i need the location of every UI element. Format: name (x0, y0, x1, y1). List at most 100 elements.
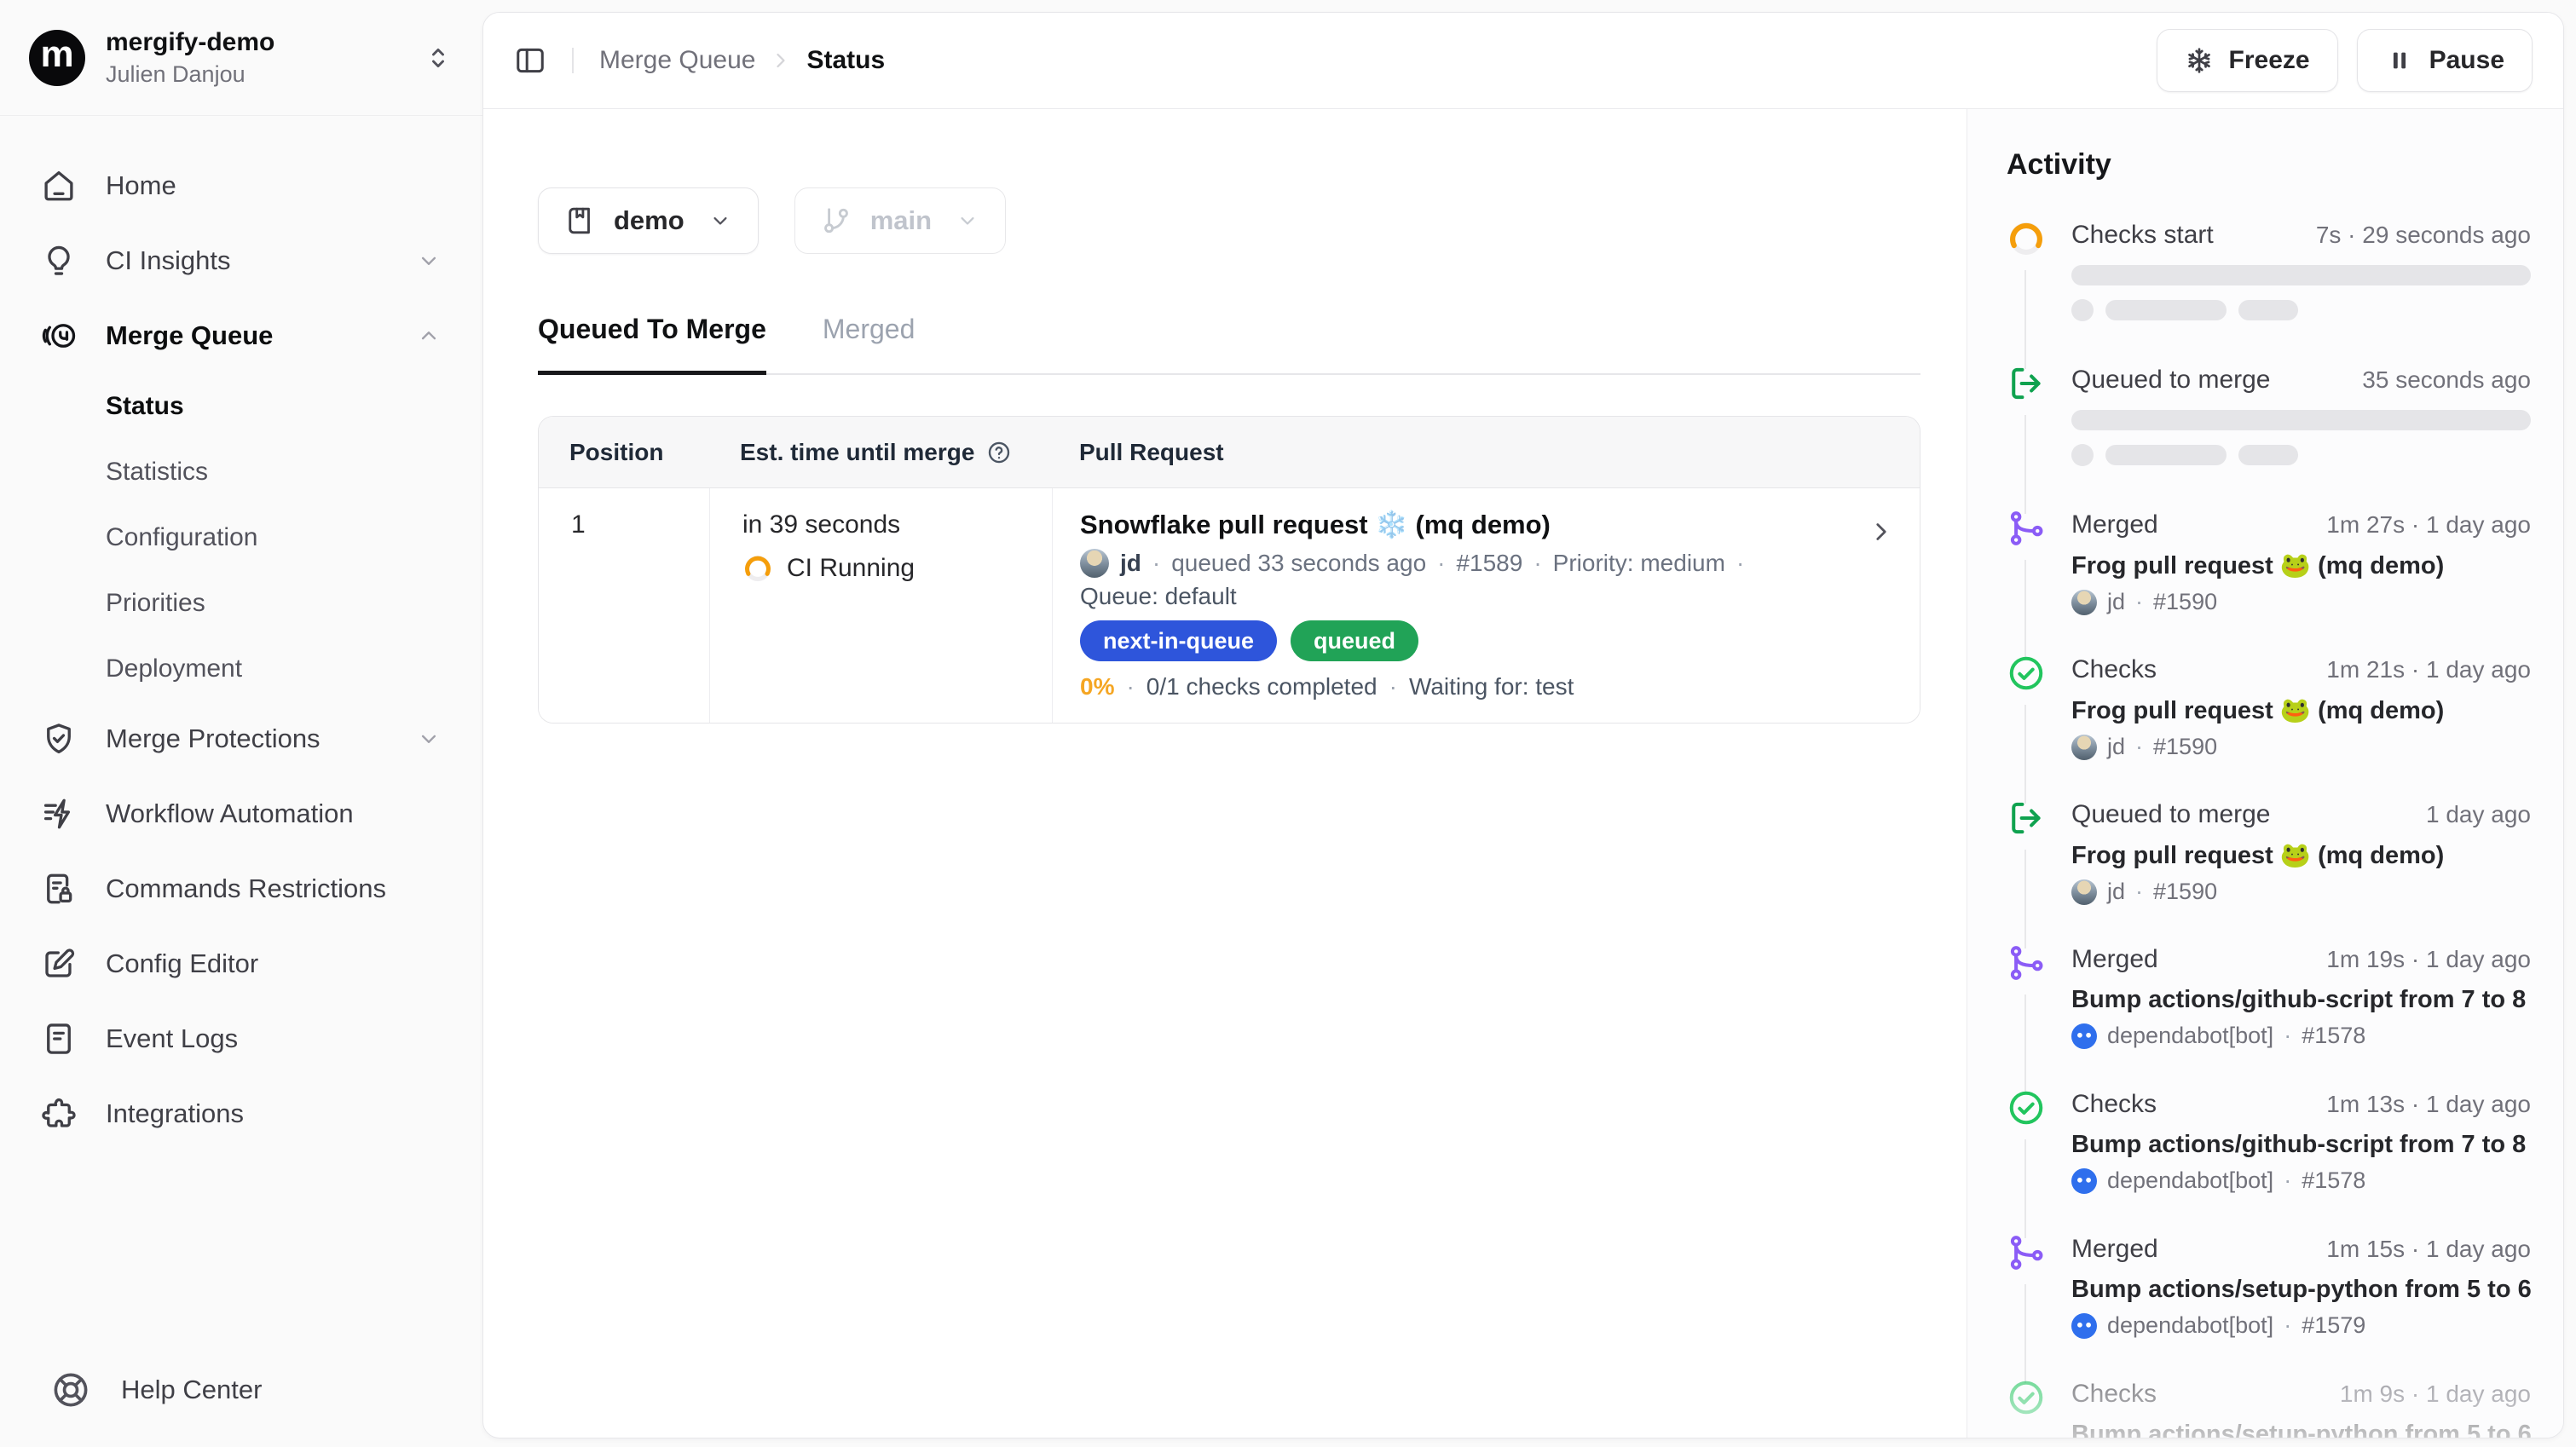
skeleton-bar (2071, 265, 2531, 285)
activity-pr-meta: dependabot[bot]·#1578 (2071, 1023, 2531, 1049)
header-actions: Freeze Pause (2157, 29, 2533, 92)
skeleton-bar (2238, 300, 2298, 320)
pr-meta: jd · queued 33 seconds ago · #1589 · Pri… (1080, 549, 1838, 578)
avatar (2071, 879, 2097, 905)
activity-pr-author: dependabot[bot] (2107, 1312, 2273, 1339)
activity-pr-author: dependabot[bot] (2107, 1167, 2273, 1194)
skeleton-circle (2071, 444, 2094, 466)
chevron-down-icon (416, 248, 442, 274)
activity-pr-title[interactable]: Frog pull request 🐸 (mq demo) (2071, 841, 2531, 870)
snowflake-icon (2185, 46, 2214, 75)
edit-icon (41, 946, 77, 982)
sidebar-item-label: Commands Restrictions (106, 873, 386, 904)
activity-pr-title[interactable]: Frog pull request 🐸 (mq demo) (2071, 696, 2531, 725)
avatar (2071, 1168, 2097, 1194)
queue-row[interactable]: 1 in 39 seconds CI Running Snowflake pul… (539, 488, 1920, 723)
separator-dot: · (2284, 1023, 2291, 1049)
separator-dot: · (1437, 550, 1445, 577)
sidebar-item-home[interactable]: Home (22, 148, 460, 223)
activity-pr-title[interactable]: Bump actions/setup-python from 5 to 6 (2071, 1276, 2531, 1304)
label-queued: queued (1291, 620, 1418, 661)
activity-pr-number: #1590 (2153, 589, 2217, 615)
pause-button[interactable]: Pause (2357, 29, 2533, 92)
merge-queue-status-section: demo main Queued To Merge M (483, 109, 1967, 1438)
avatar (2071, 590, 2097, 615)
chevron-up-icon (416, 323, 442, 349)
home-icon (41, 168, 77, 204)
activity-event-time: 1m 9s · 1 day ago (2340, 1381, 2531, 1408)
sidebar-item-config-editor[interactable]: Config Editor (22, 926, 460, 1001)
sidebar-item-integrations[interactable]: Integrations (22, 1076, 460, 1151)
sidebar-item-event-logs[interactable]: Event Logs (22, 1001, 460, 1076)
chevron-down-icon (416, 726, 442, 752)
activity-pr-title[interactable]: Frog pull request 🐸 (mq demo) (2071, 551, 2531, 580)
activity-pr-number: #1578 (2302, 1167, 2365, 1194)
activity-pr-author: jd (2107, 879, 2125, 905)
sidebar-item-merge-queue[interactable]: Merge Queue (22, 298, 460, 373)
sidebar-item-statistics[interactable]: Statistics (22, 439, 460, 504)
timeline-connector (2024, 270, 2026, 369)
activity-pr-meta: jd·#1590 (2071, 879, 2531, 905)
sidebar-item-commands-restrictions[interactable]: Commands Restrictions (22, 851, 460, 926)
account-org: mergify-demo (106, 28, 274, 57)
activity-item-checks[interactable]: Checks1m 13s · 1 day agoBump actions/git… (2007, 1090, 2531, 1235)
activity-event-title: Checks (2071, 655, 2157, 684)
repository-name: demo (614, 205, 684, 236)
activity-event-title: Checks (2071, 1090, 2157, 1119)
chevron-down-icon (956, 209, 979, 233)
tab-merged[interactable]: Merged (823, 314, 915, 375)
sidebar-item-deployment[interactable]: Deployment (22, 636, 460, 701)
freeze-button[interactable]: Freeze (2157, 29, 2338, 92)
activity-item-queued-to-merge[interactable]: Queued to merge35 seconds ago (2007, 366, 2531, 510)
pr-queued-time: queued 33 seconds ago (1171, 550, 1426, 577)
spinner-icon (2007, 219, 2046, 258)
merged-icon (2007, 509, 2046, 548)
tab-queued-to-merge[interactable]: Queued To Merge (538, 314, 766, 375)
sidebar-item-workflow-automation[interactable]: Workflow Automation (22, 776, 460, 851)
branch-selector[interactable]: main (794, 187, 1006, 254)
activity-pr-meta: jd·#1590 (2071, 589, 2531, 615)
account-switcher[interactable]: m mergify-demo Julien Danjou (0, 0, 482, 116)
repository-selector[interactable]: demo (538, 187, 759, 254)
chevron-down-icon (708, 209, 732, 233)
activity-pr-number: #1590 (2153, 879, 2217, 905)
activity-item-merged[interactable]: Merged1m 19s · 1 day agoBump actions/git… (2007, 945, 2531, 1090)
sidebar-item-priorities[interactable]: Priorities (22, 570, 460, 636)
selectors: demo main (538, 187, 1920, 254)
help-center-label: Help Center (121, 1375, 262, 1405)
sidebar-toggle-icon[interactable] (514, 44, 546, 77)
help-circle-icon[interactable] (986, 440, 1012, 465)
activity-item-checks[interactable]: Checks1m 21s · 1 day agoFrog pull reques… (2007, 655, 2531, 800)
separator-dot: · (1533, 550, 1541, 577)
header-divider (572, 48, 574, 73)
sidebar-item-label: Merge Protections (106, 724, 321, 754)
mergify-logo: m (29, 30, 85, 86)
activity-pr-title[interactable]: Bump actions/github-script from 7 to 8 (2071, 986, 2531, 1014)
activity-item-merged[interactable]: Merged1m 27s · 1 day agoFrog pull reques… (2007, 510, 2531, 655)
chevron-right-icon[interactable] (1867, 517, 1896, 546)
sidebar-item-ci-insights[interactable]: CI Insights (22, 223, 460, 298)
help-center-link[interactable]: Help Center (51, 1370, 262, 1410)
activity-item-checks-start[interactable]: Checks start7s · 29 seconds ago (2007, 221, 2531, 366)
sidebar-item-label: CI Insights (106, 245, 230, 276)
pr-title[interactable]: Snowflake pull request ❄️ (mq demo) (1080, 509, 1838, 540)
skeleton-bar (2105, 445, 2227, 465)
activity-pr-title[interactable]: Bump actions/setup-python from 5 to 6 (2071, 1421, 2531, 1438)
breadcrumb-parent[interactable]: Merge Queue (599, 46, 755, 75)
activity-item-merged[interactable]: Merged1m 15s · 1 day agoBump actions/set… (2007, 1235, 2531, 1380)
activity-pr-title[interactable]: Bump actions/github-script from 7 to 8 (2071, 1131, 2531, 1159)
pr-labels: next-in-queue queued (1080, 620, 1838, 661)
timeline-connector (2024, 705, 2026, 804)
separator-dot: · (2135, 589, 2143, 615)
timeline-connector (2024, 1139, 2026, 1238)
activity-item-checks[interactable]: Checks1m 9s · 1 day agoBump actions/setu… (2007, 1380, 2531, 1438)
separator-dot: · (1152, 550, 1160, 577)
row-est-time: in 39 seconds CI Running (709, 488, 1052, 723)
queue-table: Position Est. time until merge Pull Requ… (538, 416, 1920, 724)
sidebar-item-configuration[interactable]: Configuration (22, 504, 460, 570)
activity-item-queued-to-merge[interactable]: Queued to merge1 day agoFrog pull reques… (2007, 800, 2531, 945)
column-est-time: Est. time until merge (709, 439, 1052, 466)
sidebar-item-status[interactable]: Status (22, 373, 460, 439)
table-header: Position Est. time until merge Pull Requ… (539, 417, 1920, 488)
sidebar-item-merge-protections[interactable]: Merge Protections (22, 701, 460, 776)
